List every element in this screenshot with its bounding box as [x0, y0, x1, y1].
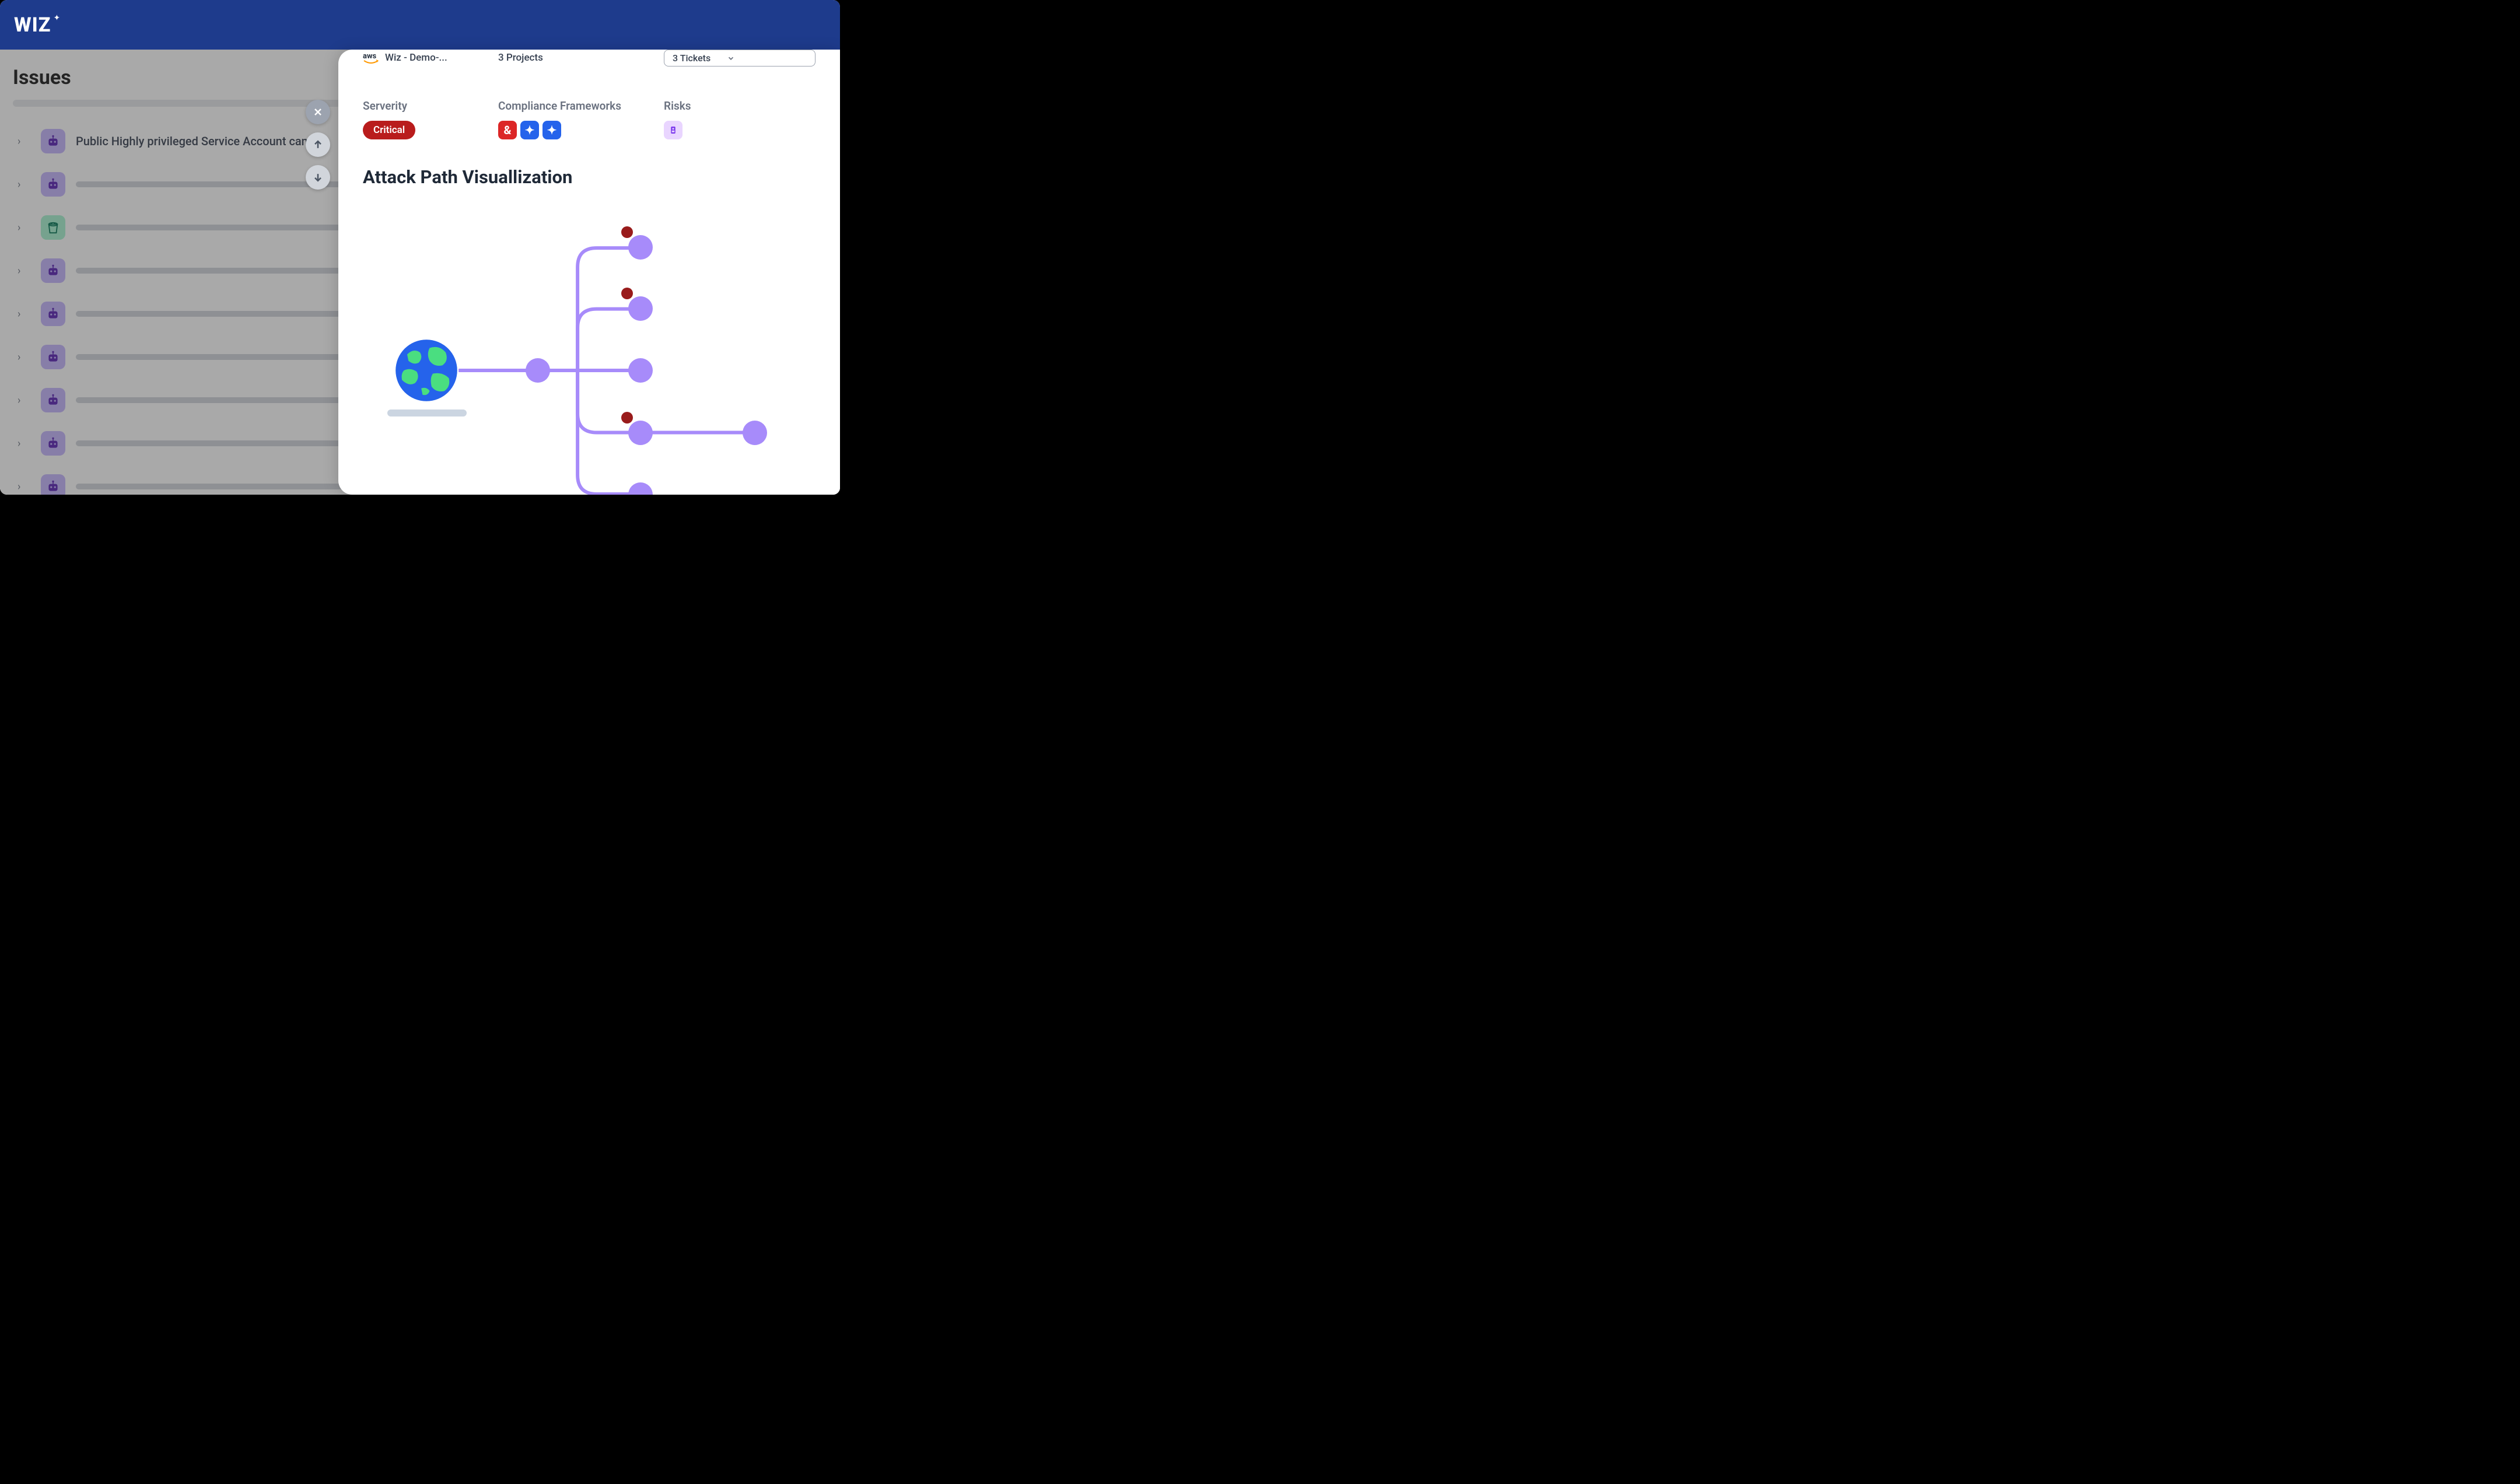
attack-path-visualization[interactable] [363, 211, 816, 495]
tickets-label: 3 Tickets [673, 52, 710, 64]
globe-icon [394, 338, 459, 402]
severity-block: Serverity Critical [363, 99, 498, 139]
alert-indicator-icon [621, 226, 633, 238]
projects-count: 3 Projects [498, 50, 664, 64]
severity-label: Serverity [363, 99, 498, 113]
graph-node[interactable] [628, 358, 653, 383]
chevron-down-icon [727, 54, 735, 62]
compliance-framework-icon[interactable]: ✦ [520, 121, 539, 139]
compliance-framework-icon[interactable]: & [498, 121, 517, 139]
risk-icon[interactable] [664, 121, 682, 139]
previous-button[interactable] [306, 132, 330, 157]
tickets-dropdown[interactable]: 3 Tickets [664, 50, 816, 66]
main-content: Issues › Public Highly privileged [0, 50, 840, 495]
panel-meta: Serverity Critical Compliance Frameworks… [363, 99, 816, 139]
globe-label-placeholder [387, 410, 467, 416]
projects-info: 3 Projects [498, 50, 664, 66]
graph-node[interactable] [628, 421, 653, 445]
compliance-icons: & ✦ ✦ [498, 121, 664, 139]
graph-node[interactable] [743, 421, 767, 445]
tickets-info: 3 Tickets [664, 50, 816, 66]
visualization-title: Attack Path Visuallization [363, 166, 816, 188]
compliance-label: Compliance Frameworks [498, 99, 664, 113]
panel-top-info: aws Wiz - Demo-... 3 Projects 3 [363, 50, 816, 66]
compliance-block: Compliance Frameworks & ✦ ✦ [498, 99, 664, 139]
graph-node[interactable] [628, 296, 653, 321]
graph-node[interactable] [628, 235, 653, 260]
severity-badge: Critical [363, 121, 415, 139]
panel-controls [306, 100, 330, 190]
risks-block: Risks [664, 99, 816, 139]
next-button[interactable] [306, 165, 330, 190]
alert-indicator-icon [621, 288, 633, 299]
app-header: WIZ ✦ [0, 0, 840, 50]
graph-node[interactable] [526, 358, 550, 383]
logo-text: WIZ [14, 13, 51, 37]
cloud-info: aws Wiz - Demo-... [363, 50, 498, 66]
alert-indicator-icon [621, 412, 633, 424]
risks-label: Risks [664, 99, 816, 113]
sparkle-icon: ✦ [53, 13, 60, 23]
aws-icon: aws [363, 50, 379, 65]
close-button[interactable] [306, 100, 330, 124]
issue-detail-panel: aws Wiz - Demo-... 3 Projects 3 [338, 50, 840, 495]
compliance-framework-icon[interactable]: ✦ [542, 121, 561, 139]
cloud-platform-name: Wiz - Demo-... [385, 52, 447, 64]
wiz-logo: WIZ ✦ [14, 13, 60, 37]
app-window: WIZ ✦ Issues › [0, 0, 840, 495]
